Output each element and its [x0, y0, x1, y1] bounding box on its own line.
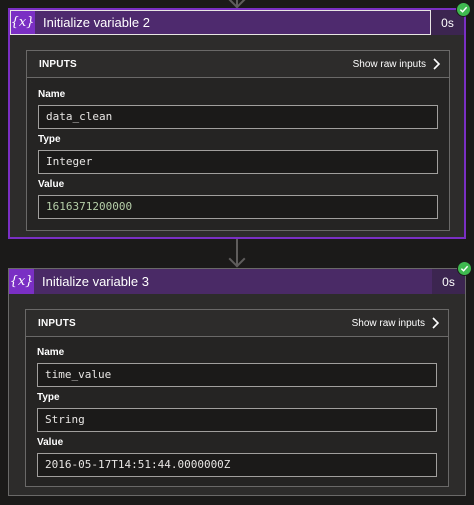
field-value-entry: Value 1616371200000	[38, 179, 438, 219]
variable-icon: {x}	[10, 10, 35, 35]
field-value[interactable]: data_clean	[38, 105, 438, 129]
field-value[interactable]: 1616371200000	[38, 195, 438, 219]
field-name: Name time_value	[37, 347, 437, 387]
show-raw-inputs-link[interactable]: Show raw inputs	[353, 58, 441, 70]
flow-run-canvas: {x} Initialize variable 2 0s INPUTS Show…	[0, 0, 474, 505]
inputs-section: INPUTS Show raw inputs Name data_clean T…	[26, 50, 450, 231]
field-label: Name	[37, 347, 65, 358]
section-title: INPUTS	[38, 317, 76, 329]
chevron-right-icon	[433, 58, 441, 70]
field-type: Type String	[37, 392, 437, 432]
action-header[interactable]: {x} Initialize variable 2 0s	[10, 2, 471, 35]
field-label: Type	[38, 134, 61, 145]
action-title: Initialize variable 2	[43, 15, 150, 30]
field-value[interactable]: String	[37, 408, 437, 432]
field-label: Name	[38, 89, 66, 100]
inputs-section-header: INPUTS Show raw inputs	[27, 51, 449, 78]
chevron-right-icon	[432, 317, 440, 329]
field-value[interactable]: 2016-05-17T14:51:44.0000000Z	[37, 453, 437, 477]
show-raw-inputs-link[interactable]: Show raw inputs	[352, 317, 440, 329]
action-header[interactable]: {x} Initialize variable 3 0s	[9, 261, 472, 294]
section-title: INPUTS	[39, 58, 77, 70]
connector-arrow	[228, 250, 246, 268]
field-label: Value	[37, 437, 64, 448]
inputs-section-header: INPUTS Show raw inputs	[26, 310, 448, 337]
action-card-initialize-variable-3[interactable]: {x} Initialize variable 3 0s INPUTS Show…	[8, 261, 472, 496]
action-card-initialize-variable-2[interactable]: {x} Initialize variable 2 0s INPUTS Show…	[8, 2, 471, 239]
field-value[interactable]: Integer	[38, 150, 438, 174]
field-label: Type	[37, 392, 60, 403]
show-raw-inputs-label: Show raw inputs	[351, 317, 425, 329]
variable-icon: {x}	[9, 269, 34, 294]
inputs-section: INPUTS Show raw inputs Name time_value T…	[25, 309, 449, 487]
field-label: Value	[38, 179, 65, 190]
action-title: Initialize variable 3	[42, 274, 149, 289]
field-name: Name data_clean	[38, 89, 438, 129]
show-raw-inputs-label: Show raw inputs	[352, 58, 426, 70]
success-check-icon	[457, 261, 472, 276]
field-type: Type Integer	[38, 134, 438, 174]
field-value-entry: Value 2016-05-17T14:51:44.0000000Z	[37, 437, 437, 477]
field-value[interactable]: time_value	[37, 363, 437, 387]
success-check-icon	[456, 2, 471, 17]
